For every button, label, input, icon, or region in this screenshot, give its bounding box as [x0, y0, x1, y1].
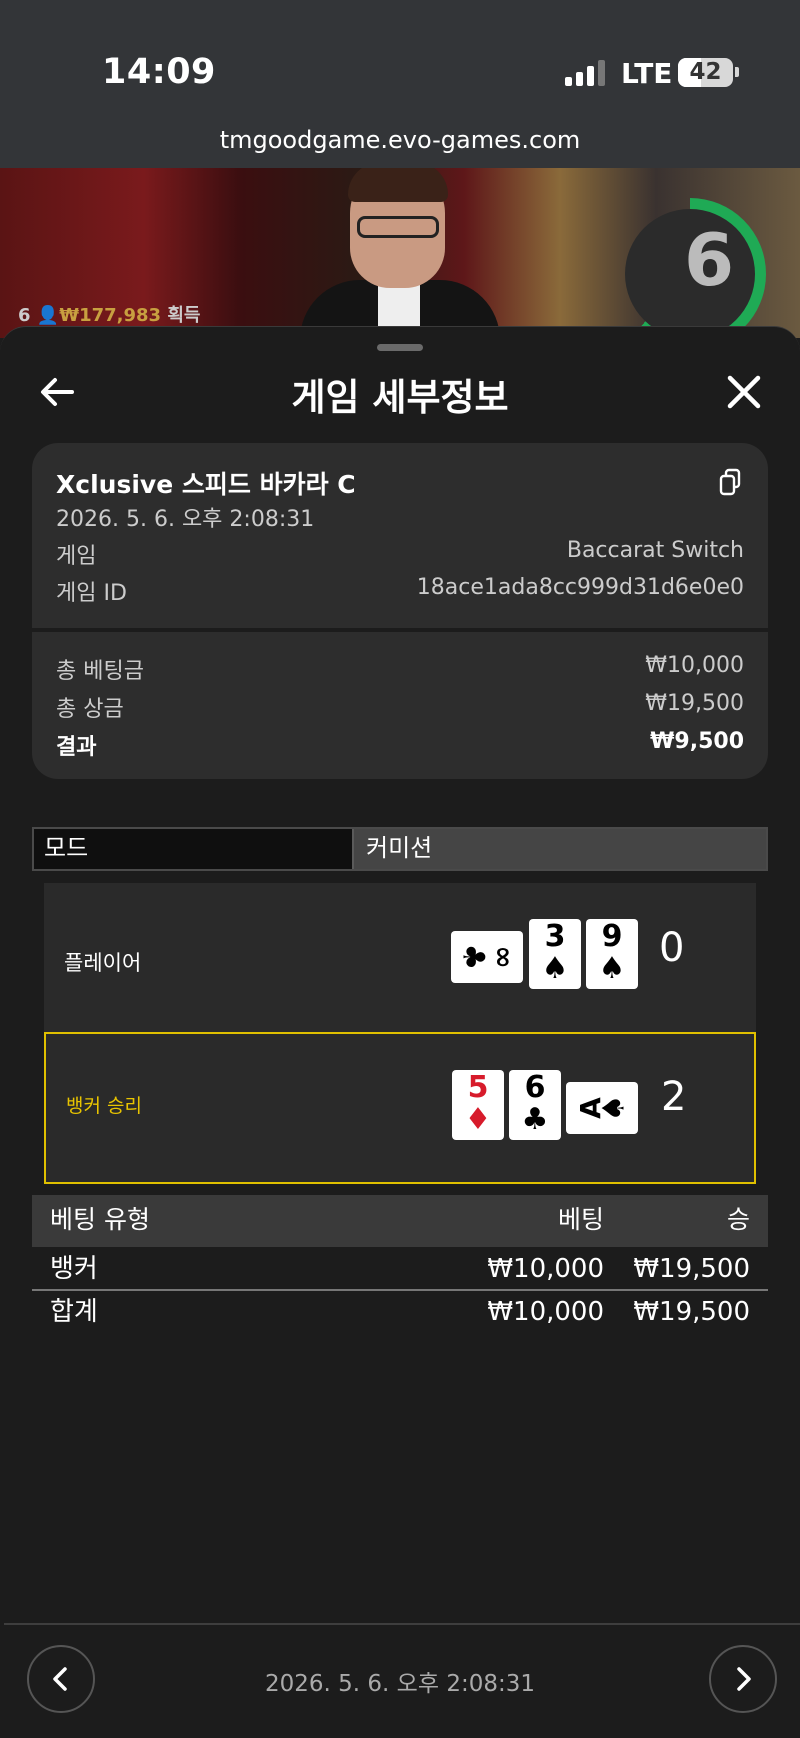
table-divider: [32, 1289, 768, 1291]
total-payout-value: ₩19,500: [645, 691, 744, 716]
next-game-button[interactable]: [709, 1645, 777, 1713]
game-id-label: 게임 ID: [56, 581, 127, 606]
game-datetime: 2026. 5. 6. 오후 2:08:31: [56, 507, 315, 532]
total-win-amount: ₩19,500: [633, 1297, 750, 1327]
card-rank: 6: [524, 1070, 546, 1105]
card-rank: ∞: [487, 945, 521, 969]
mode-label: 모드: [34, 829, 352, 869]
player-label: 플레이어: [64, 951, 142, 975]
winners-amount: ₩177,983: [59, 305, 162, 326]
battery-level: 42: [689, 59, 722, 85]
header-bet-type: 베팅 유형: [50, 1205, 150, 1234]
row-win-amount: ₩19,500: [633, 1254, 750, 1284]
result-label: 결과: [56, 735, 97, 760]
live-video: 6 6 👤₩177,983 획득: [0, 168, 800, 338]
page-title: 게임 세부정보: [291, 376, 509, 419]
table-total-row: 합계 ₩10,000 ₩19,500: [32, 1292, 768, 1332]
row-bet-amount: ₩10,000: [487, 1254, 604, 1284]
game-label: 게임: [56, 544, 97, 569]
total-label: 합계: [50, 1297, 98, 1327]
header-win: 승: [726, 1205, 750, 1234]
mode-row: 모드 커미션: [32, 827, 768, 871]
winners-count: 6: [18, 305, 31, 326]
total-bet-amount: ₩10,000: [487, 1297, 604, 1327]
banker-score: 2: [661, 1074, 687, 1120]
mode-value: 커미션: [352, 829, 766, 869]
table-name: Xclusive 스피드 바카라 C: [56, 470, 356, 499]
banker-label: 뱅커 승리: [66, 1095, 142, 1117]
bets-table-header: 베팅 유형 베팅 승: [32, 1195, 768, 1247]
close-button[interactable]: [722, 367, 766, 417]
table-row: 뱅커 ₩10,000 ₩19,500: [32, 1249, 768, 1289]
browser-url[interactable]: tmgoodgame.evo-games.com: [0, 126, 800, 154]
game-value: Baccarat Switch: [566, 538, 744, 563]
game-details-card: Xclusive 스피드 바카라 C 2026. 5. 6. 오후 2:08:3…: [32, 443, 768, 779]
battery-icon: 42: [678, 58, 733, 87]
banker-hand: 뱅커 승리 5 ♦ 6 ♣ A♠ 2: [44, 1032, 756, 1184]
total-bet-label: 총 베팅금: [56, 659, 144, 684]
game-id-value: 18ace1ada8cc999d31d6e0e0: [416, 575, 744, 600]
total-bet-value: ₩10,000: [645, 653, 744, 678]
player-score: 0: [659, 925, 685, 971]
chevron-right-icon: [737, 1667, 751, 1691]
signal-icon: [565, 60, 607, 86]
card-rank: 3: [544, 919, 566, 954]
game-details-sheet: 게임 세부정보 Xclusive 스피드 바카라 C 2026. 5. 6. 오…: [0, 326, 800, 1738]
card-suit-icon: ♦: [464, 1102, 492, 1137]
network-type: LTE: [621, 57, 673, 90]
footer-divider: [4, 1623, 800, 1625]
result-value: ₩9,500: [650, 729, 744, 754]
winners-badge: 6 👤₩177,983 획득: [18, 301, 200, 327]
row-bet-type: 뱅커: [50, 1254, 98, 1284]
close-icon: [727, 375, 761, 409]
banker-card: 5 ♦: [452, 1070, 504, 1140]
sheet-grabber[interactable]: [377, 344, 423, 351]
card-suit-icon: ♠: [596, 1094, 632, 1122]
player-hand: 플레이어 ♣∞ 3 ♠ 9 ♠ 0: [44, 883, 756, 1033]
header-bet: 베팅: [557, 1205, 604, 1234]
total-payout-label: 총 상금: [56, 697, 124, 722]
winners-suffix: 획득: [167, 305, 201, 326]
banker-card: A♠: [566, 1082, 638, 1134]
banker-card: 6 ♣: [509, 1070, 561, 1140]
card-suit-icon: ♣: [521, 1102, 549, 1137]
dealer-hair: [348, 168, 448, 202]
battery-tip: [735, 67, 739, 77]
card-rank: 5: [467, 1070, 489, 1105]
card-suit-icon: ♠: [598, 951, 626, 986]
footer-datetime: 2026. 5. 6. 오후 2:08:31: [265, 1671, 535, 1697]
dealer-glasses: [357, 216, 439, 238]
player-card: 9 ♠: [586, 919, 638, 989]
card-divider: [32, 628, 768, 632]
status-bar: 14:09 LTE 42 tmgoodgame.evo-games.com: [0, 0, 800, 168]
card-suit-icon: ♠: [541, 951, 569, 986]
player-card: 3 ♠: [529, 919, 581, 989]
player-card: ♣∞: [451, 931, 523, 983]
copy-icon[interactable]: [717, 467, 743, 497]
countdown-number: 6: [684, 218, 735, 302]
person-icon: 👤: [36, 305, 60, 326]
card-rank: 9: [601, 919, 623, 954]
status-time: 14:09: [102, 52, 216, 92]
